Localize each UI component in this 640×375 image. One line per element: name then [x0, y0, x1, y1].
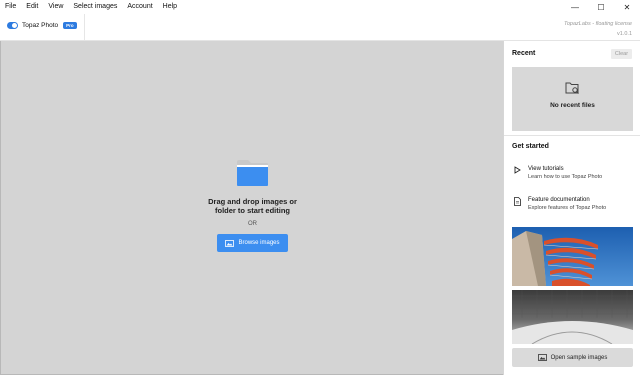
get-started-title: Get started — [512, 143, 549, 150]
feature-documentation-subtitle: Explore features of Topaz Photo — [528, 205, 607, 211]
maximize-button[interactable]: ☐ — [588, 0, 614, 14]
image-icon — [537, 354, 547, 361]
sample-image-architecture[interactable] — [512, 290, 633, 344]
open-sample-images-button[interactable]: Open sample images — [512, 348, 633, 367]
sample-image-building[interactable] — [512, 227, 633, 286]
minimize-button[interactable]: — — [562, 0, 588, 14]
clear-button[interactable]: Clear — [611, 49, 632, 59]
brand: Topaz Photo Pro — [7, 22, 77, 29]
or-text: OR — [248, 221, 257, 227]
drop-zone-content: Drag and drop images or folder to start … — [1, 159, 504, 252]
menu-file[interactable]: File — [0, 0, 21, 14]
recent-files-box: No recent files — [512, 67, 633, 131]
view-tutorials-subtitle: Learn how to use Topaz Photo — [528, 174, 603, 180]
open-sample-images-label: Open sample images — [550, 354, 608, 361]
image-folder-icon — [225, 239, 235, 247]
license-text: TopazLabs - floating license — [564, 21, 632, 27]
menu-bar: File Edit View Select images Account Hel… — [0, 0, 640, 14]
pro-badge: Pro — [63, 22, 77, 29]
drop-title-line2: folder to start editing — [215, 206, 290, 215]
menu-select-images[interactable]: Select images — [68, 0, 122, 14]
license-info: TopazLabs - floating license v1.0.1 — [564, 19, 632, 39]
drop-title: Drag and drop images or folder to start … — [1, 197, 504, 215]
window-controls: — ☐ ✕ — [562, 0, 640, 14]
folder-icon — [236, 159, 269, 187]
app-name: Topaz Photo — [22, 22, 59, 29]
feature-documentation-item[interactable]: Feature documentation Explore features o… — [512, 196, 637, 212]
app-header: Topaz Photo Pro TopazLabs - floating lic… — [0, 14, 640, 41]
menu-edit[interactable]: Edit — [21, 0, 43, 14]
view-tutorials-title: View tutorials — [528, 166, 564, 172]
menu-help[interactable]: Help — [158, 0, 182, 14]
feature-documentation-title: Feature documentation — [528, 197, 590, 203]
browse-images-button[interactable]: Browse images — [217, 234, 288, 252]
no-recent-files-text: No recent files — [550, 102, 595, 109]
menu-account[interactable]: Account — [122, 0, 157, 14]
header-divider — [84, 14, 85, 40]
version-text: v1.0.1 — [617, 31, 632, 37]
document-icon — [512, 196, 522, 212]
view-tutorials-item[interactable]: View tutorials Learn how to use Topaz Ph… — [512, 165, 637, 181]
close-button[interactable]: ✕ — [614, 0, 640, 14]
play-icon — [512, 165, 522, 181]
drop-area[interactable]: Drag and drop images or folder to start … — [0, 41, 503, 375]
folder-search-icon — [565, 82, 579, 94]
sidebar-divider — [504, 135, 640, 136]
browse-images-label: Browse images — [238, 240, 280, 246]
toggle-icon[interactable] — [7, 22, 18, 29]
recent-title: Recent — [512, 50, 536, 57]
drop-title-line1: Drag and drop images or — [208, 197, 297, 206]
right-sidebar: Recent Clear No recent files Get started… — [503, 41, 640, 375]
menu-view[interactable]: View — [43, 0, 68, 14]
